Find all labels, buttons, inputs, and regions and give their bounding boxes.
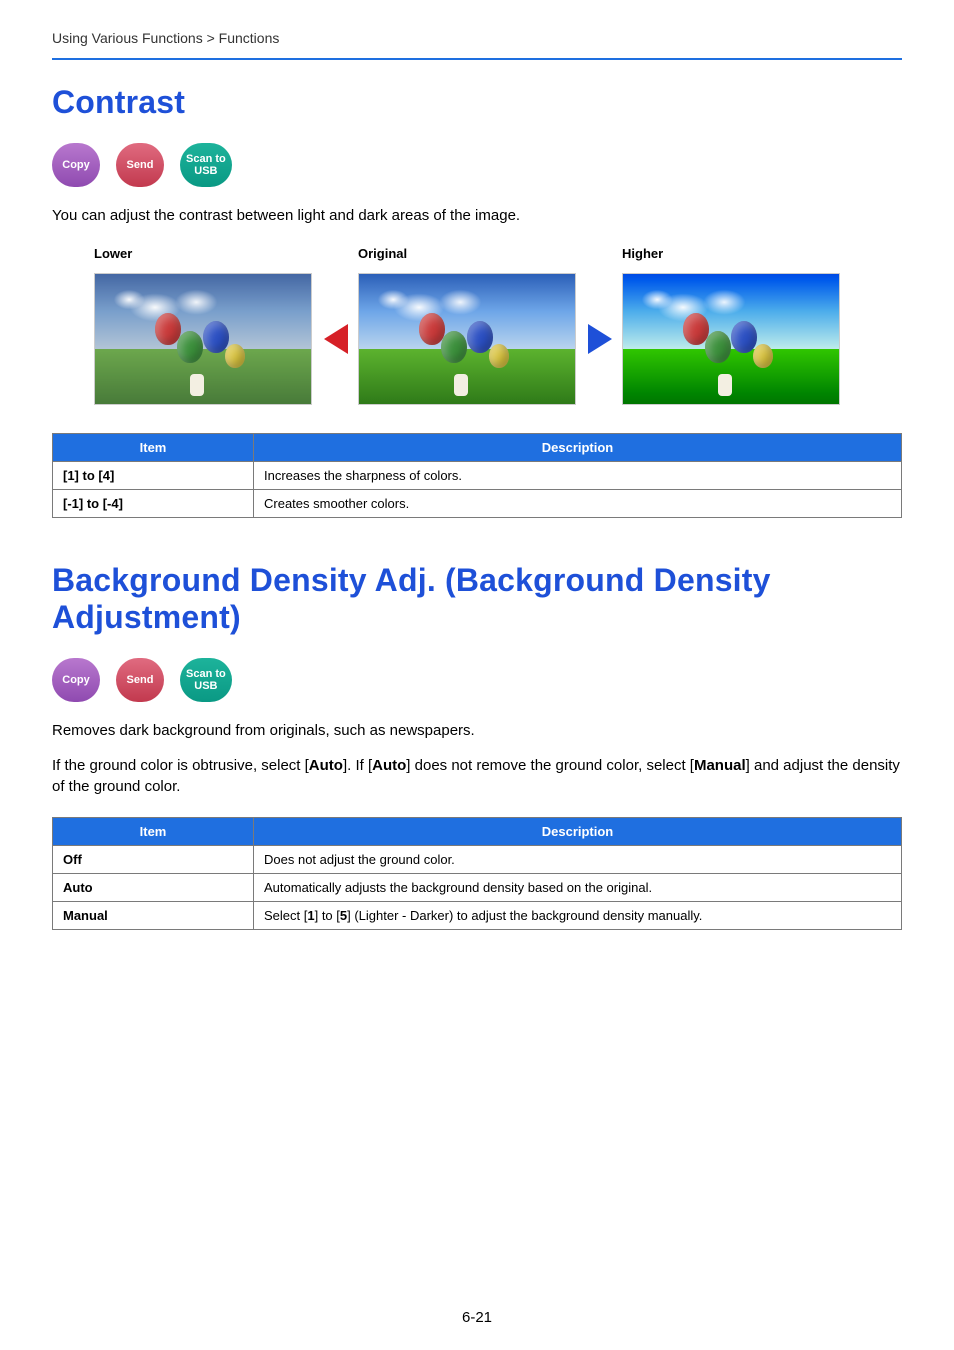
heading-contrast: Contrast — [52, 84, 902, 121]
label-higher: Higher — [622, 246, 663, 261]
contrast-examples: Lower Original Higher — [52, 246, 902, 405]
table-row: [1] to [4] Increases the sharpness of co… — [53, 462, 902, 490]
text: ] to [ — [315, 908, 340, 923]
table-row: Off Does not adjust the ground color. — [53, 846, 902, 874]
thumb-lower — [94, 273, 312, 405]
bgdensity-p1: Removes dark background from originals, … — [52, 720, 902, 741]
cell-item: [-1] to [-4] — [53, 490, 254, 518]
arrow-right-icon — [586, 322, 614, 356]
label-original: Original — [358, 246, 407, 261]
pill-copy: Copy — [52, 143, 100, 187]
text: If the ground color is obtrusive, select… — [52, 757, 309, 774]
contrast-higher-col: Higher — [622, 246, 842, 405]
contrast-original-col: Original — [358, 246, 578, 405]
cell-item: [1] to [4] — [53, 462, 254, 490]
bold-auto: Auto — [372, 757, 406, 774]
thumb-higher — [622, 273, 840, 405]
text: ] does not remove the ground color, sele… — [406, 757, 694, 774]
th-item: Item — [53, 818, 254, 846]
page-number: 6-21 — [0, 1309, 954, 1326]
pill-scan-to-usb: Scan toUSB — [180, 143, 232, 187]
table-row: Manual Select [1] to [5] (Lighter - Dark… — [53, 902, 902, 930]
contrast-intro: You can adjust the contrast between ligh… — [52, 205, 902, 226]
thumb-original — [358, 273, 576, 405]
breadcrumb: Using Various Functions > Functions — [52, 30, 902, 46]
header-rule — [52, 58, 902, 60]
cell-desc: Automatically adjusts the background den… — [254, 874, 902, 902]
cell-item: Auto — [53, 874, 254, 902]
text: ] (Lighter - Darker) to adjust the backg… — [347, 908, 702, 923]
bold-manual: Manual — [694, 757, 746, 774]
th-description: Description — [254, 434, 902, 462]
pill-copy: Copy — [52, 658, 100, 702]
arrow-left-icon — [322, 322, 350, 356]
contrast-table: Item Description [1] to [4] Increases th… — [52, 433, 902, 518]
cell-item: Off — [53, 846, 254, 874]
th-item: Item — [53, 434, 254, 462]
mode-pills-contrast: Copy Send Scan toUSB — [52, 143, 902, 187]
heading-bgdensity: Background Density Adj. (Background Dens… — [52, 562, 902, 636]
th-description: Description — [254, 818, 902, 846]
table-row: [-1] to [-4] Creates smoother colors. — [53, 490, 902, 518]
contrast-lower-col: Lower — [94, 246, 314, 405]
pill-scan-to-usb: Scan toUSB — [180, 658, 232, 702]
table-row: Auto Automatically adjusts the backgroun… — [53, 874, 902, 902]
cell-desc: Select [1] to [5] (Lighter - Darker) to … — [254, 902, 902, 930]
cell-item: Manual — [53, 902, 254, 930]
label-lower: Lower — [94, 246, 132, 261]
cell-desc: Does not adjust the ground color. — [254, 846, 902, 874]
pill-send: Send — [116, 658, 164, 702]
bold-auto: Auto — [309, 757, 343, 774]
text: Select [ — [264, 908, 307, 923]
text: ]. If [ — [343, 757, 372, 774]
pill-send: Send — [116, 143, 164, 187]
bold-one: 1 — [307, 908, 314, 923]
cell-desc: Creates smoother colors. — [254, 490, 902, 518]
mode-pills-bgdensity: Copy Send Scan toUSB — [52, 658, 902, 702]
bgdensity-table: Item Description Off Does not adjust the… — [52, 817, 902, 930]
cell-desc: Increases the sharpness of colors. — [254, 462, 902, 490]
bgdensity-p2: If the ground color is obtrusive, select… — [52, 755, 902, 797]
